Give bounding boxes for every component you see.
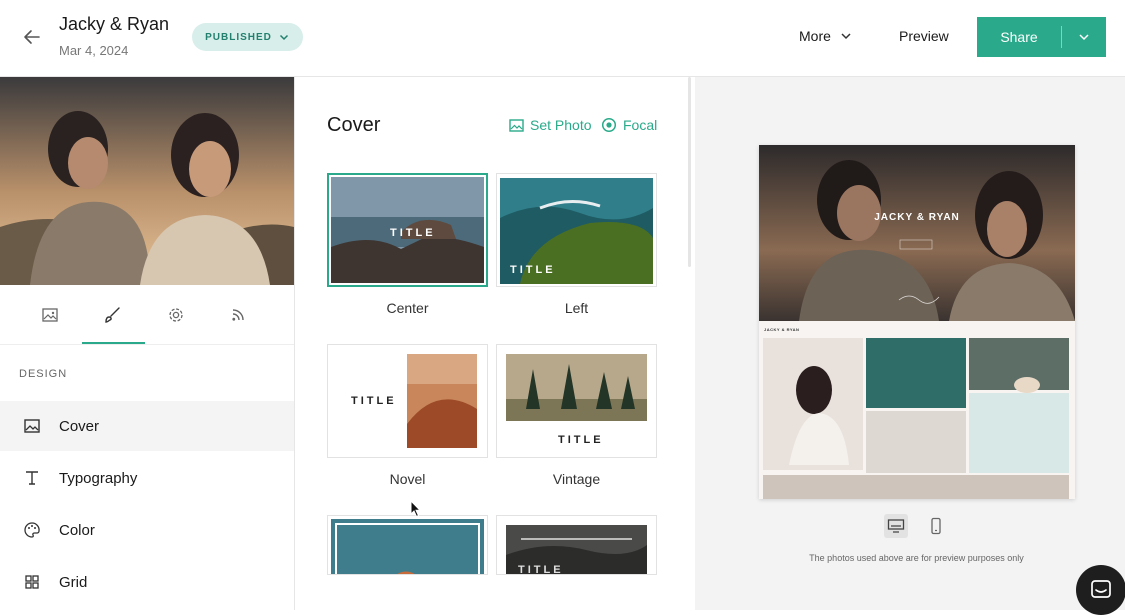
- status-badge[interactable]: PUBLISHED: [192, 23, 303, 51]
- chat-icon: [1091, 580, 1111, 598]
- set-photo-label: Set Photo: [530, 117, 592, 133]
- panel-title: Cover: [327, 114, 381, 136]
- cover-preview-image: [407, 354, 477, 448]
- grid-icon: [22, 572, 42, 592]
- set-photo-button[interactable]: Set Photo: [509, 117, 592, 133]
- share-button[interactable]: Share: [977, 29, 1061, 45]
- photos-tab-image-icon[interactable]: [38, 303, 62, 327]
- more-label: More: [799, 28, 831, 44]
- chevron-down-icon: [1079, 34, 1089, 41]
- preview-cover-title: JACKY & RYAN: [874, 212, 960, 223]
- chat-support-button[interactable]: [1076, 565, 1125, 615]
- share-button-group: Share: [977, 17, 1106, 57]
- preview-nav-title: JACKY & RYAN: [764, 327, 800, 332]
- cover-style-frame[interactable]: [327, 515, 488, 575]
- cover-preview-image: [331, 519, 484, 574]
- more-menu-button[interactable]: More: [799, 28, 853, 44]
- cover-style-stripe[interactable]: TITLE: [496, 515, 657, 575]
- cover-photo-thumbnail[interactable]: [0, 77, 294, 285]
- cover-style-panel: Cover Set Photo Focal TITLE Center TITLE…: [295, 77, 695, 610]
- back-arrow-icon[interactable]: [20, 25, 44, 49]
- sidebar-item-typography[interactable]: Typography: [0, 453, 294, 503]
- preview-pane: JACKY & RYAN JACKY & RYAN The photos use…: [695, 77, 1125, 610]
- preview-button[interactable]: Preview: [899, 28, 949, 44]
- design-sidebar: DESIGN Cover Typography Color Grid: [0, 77, 295, 610]
- share-options-button[interactable]: [1062, 30, 1106, 44]
- desktop-icon: [887, 519, 905, 533]
- chevron-down-icon: [279, 34, 288, 41]
- sidebar-item-label: Cover: [59, 417, 100, 435]
- chevron-down-icon: [841, 33, 851, 40]
- mobile-icon: [931, 517, 941, 535]
- desktop-view-button[interactable]: [884, 514, 908, 538]
- cover-title-text: TITLE: [510, 264, 556, 276]
- active-tab-indicator: [82, 342, 145, 344]
- design-tab-brush-icon[interactable]: [101, 303, 125, 327]
- mobile-view-button[interactable]: [924, 514, 948, 538]
- sidebar-item-color[interactable]: Color: [0, 505, 294, 555]
- cover-title-text: TITLE: [390, 227, 436, 239]
- mouse-cursor-icon: [410, 500, 422, 518]
- focal-label: Focal: [623, 117, 658, 133]
- focal-point-icon: [601, 117, 617, 133]
- sidebar-item-cover[interactable]: Cover: [0, 401, 294, 451]
- sidebar-item-label: Grid: [59, 573, 88, 591]
- gallery-title: Jacky & Ryan: [59, 14, 170, 34]
- cover-style-label: Center: [386, 300, 429, 316]
- section-title: DESIGN: [19, 368, 68, 380]
- cover-style-label: Novel: [389, 471, 426, 487]
- cover-title-text: TITLE: [518, 564, 564, 575]
- cover-style-label: Vintage: [552, 471, 601, 487]
- sidebar-tabs: [0, 285, 294, 345]
- gallery-preview: JACKY & RYAN JACKY & RYAN: [759, 145, 1075, 499]
- settings-tab-gear-icon[interactable]: [164, 303, 188, 327]
- cover-style-label: Left: [564, 300, 589, 316]
- text-icon: [22, 468, 42, 488]
- cover-style-center[interactable]: TITLE: [327, 173, 488, 287]
- preview-note: The photos used above are for preview pu…: [809, 553, 1024, 563]
- top-bar: Jacky & Ryan Mar 4, 2024 PUBLISHED More …: [0, 0, 1125, 77]
- cover-title-text: TITLE: [558, 434, 604, 446]
- gallery-preview-image: [759, 145, 1075, 499]
- palette-icon: [22, 520, 42, 540]
- sidebar-item-grid[interactable]: Grid: [0, 557, 294, 607]
- cover-style-vintage[interactable]: TITLE: [496, 344, 657, 458]
- panel-scrollbar[interactable]: [688, 77, 691, 267]
- activity-tab-rss-icon[interactable]: [226, 303, 250, 327]
- image-icon: [509, 118, 524, 132]
- cover-title-text: TITLE: [351, 395, 397, 407]
- sidebar-item-label: Typography: [59, 469, 138, 487]
- sidebar-item-label: Color: [59, 521, 95, 539]
- gallery-date: Mar 4, 2024: [59, 43, 129, 58]
- cover-style-novel[interactable]: TITLE: [327, 344, 488, 458]
- status-badge-label: PUBLISHED: [205, 31, 272, 43]
- cover-preview-image: [506, 354, 647, 421]
- cover-style-left[interactable]: TITLE: [496, 173, 657, 287]
- image-icon: [22, 416, 42, 436]
- focal-button[interactable]: Focal: [601, 117, 657, 133]
